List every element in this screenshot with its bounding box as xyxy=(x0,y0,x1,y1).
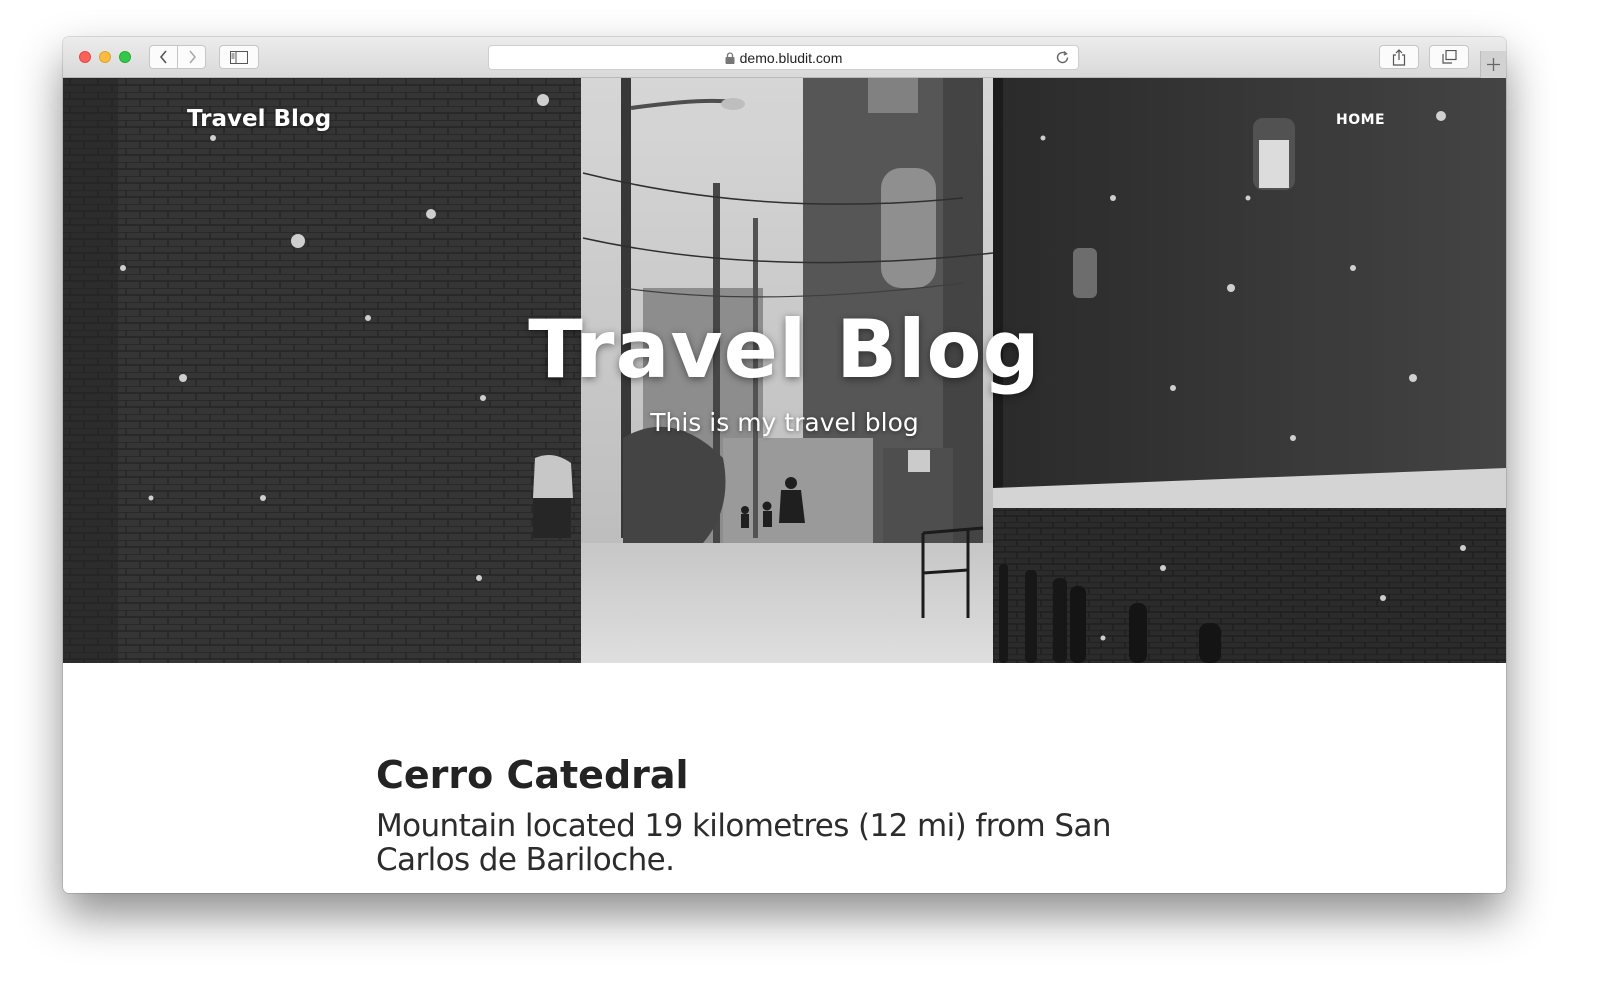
lock-icon xyxy=(725,51,735,64)
reload-icon[interactable] xyxy=(1055,50,1070,68)
post-description: Mountain located 19 kilometres (12 mi) f… xyxy=(376,808,1112,878)
nav-home-link[interactable]: HOME xyxy=(1336,112,1385,128)
sidebar-icon xyxy=(230,50,248,64)
browser-toolbar: demo.bludit.com xyxy=(63,37,1506,78)
forward-button[interactable] xyxy=(178,46,205,68)
address-bar[interactable]: demo.bludit.com xyxy=(488,45,1079,70)
new-tab-button[interactable] xyxy=(1480,51,1506,78)
share-icon xyxy=(1392,48,1406,66)
zoom-window-button[interactable] xyxy=(119,51,131,63)
close-window-button[interactable] xyxy=(79,51,91,63)
back-icon xyxy=(159,50,167,64)
post-title-link[interactable]: Cerro Catedral xyxy=(376,751,1196,799)
tabs-icon xyxy=(1441,50,1457,64)
sidebar-button[interactable] xyxy=(219,45,259,69)
back-button[interactable] xyxy=(150,46,178,68)
forward-icon xyxy=(188,50,196,64)
history-nav-group xyxy=(149,45,206,69)
post-preview: Cerro Catedral Mountain located 19 kilom… xyxy=(376,751,1196,877)
plus-icon xyxy=(1487,58,1500,71)
hero-title: Travel Blog xyxy=(528,303,1041,396)
hero-subtitle: This is my travel blog xyxy=(650,408,919,437)
url-text: demo.bludit.com xyxy=(739,49,843,66)
browser-window: demo.bludit.com Travel Blog HOME Travel … xyxy=(63,37,1506,893)
show-tabs-button[interactable] xyxy=(1429,45,1469,69)
share-button[interactable] xyxy=(1379,45,1419,69)
site-brand-link[interactable]: Travel Blog xyxy=(187,106,331,132)
minimize-window-button[interactable] xyxy=(99,51,111,63)
hero-banner: Travel Blog HOME Travel Blog This is my … xyxy=(63,78,1506,663)
